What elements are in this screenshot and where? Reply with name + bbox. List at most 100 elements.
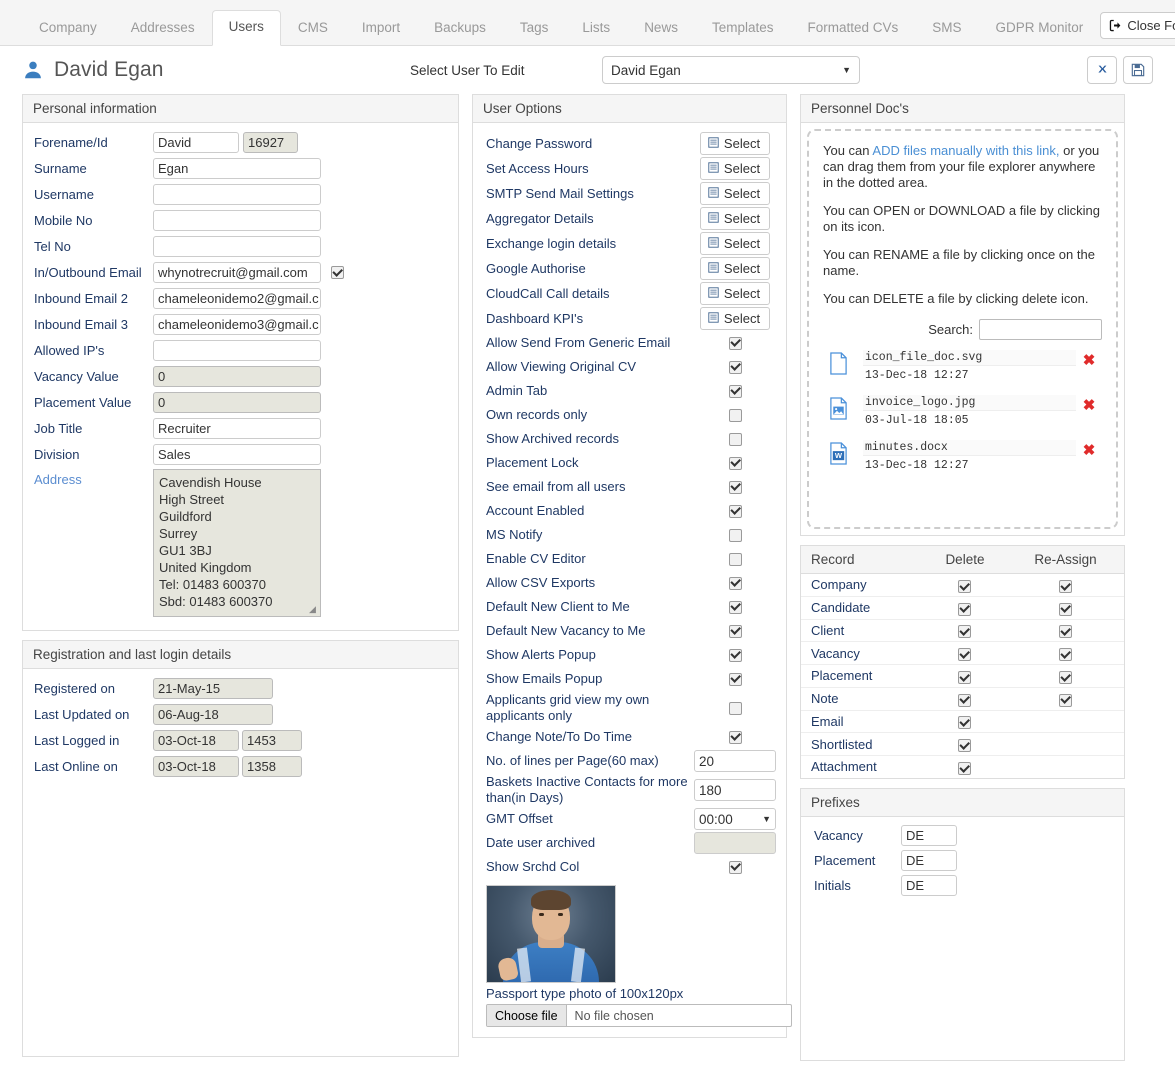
tel-no-input[interactable] (153, 236, 321, 257)
delete-checkbox[interactable] (958, 671, 971, 684)
default-new-client-to-me-checkbox[interactable] (729, 601, 742, 614)
reassign-checkbox[interactable] (1059, 648, 1072, 661)
see-email-from-all-users-checkbox[interactable] (729, 481, 742, 494)
inoutbound-email-input[interactable]: whynotrecruit@gmail.com (153, 262, 321, 283)
prefix-initials-input[interactable]: DE (901, 875, 957, 896)
show-srchd-col-checkbox[interactable] (729, 861, 742, 874)
reassign-checkbox[interactable] (1059, 694, 1072, 707)
address-textarea[interactable]: Cavendish HouseHigh StreetGuildfordSurre… (153, 469, 321, 617)
own-records-only-checkbox[interactable] (729, 409, 742, 422)
tab-news[interactable]: News (627, 11, 695, 46)
reassign-checkbox[interactable] (1059, 580, 1072, 593)
delete-checkbox[interactable] (958, 648, 971, 661)
enable-cv-editor-checkbox[interactable] (729, 553, 742, 566)
file-blank-icon[interactable] (829, 350, 863, 378)
delete-checkbox[interactable] (958, 625, 971, 638)
tab-tags[interactable]: Tags (503, 11, 566, 46)
applicants-grid-view-own-checkbox[interactable] (729, 702, 742, 715)
file-image-icon[interactable] (829, 395, 863, 423)
file-name[interactable]: minutes.docx (863, 440, 1076, 456)
inoutbound-email-checkbox[interactable] (331, 266, 344, 279)
reassign-checkbox[interactable] (1059, 603, 1072, 616)
file-word-icon[interactable]: W (829, 440, 863, 468)
delete-checkbox[interactable] (958, 694, 971, 707)
cancel-button[interactable] (1087, 56, 1117, 84)
tab-sms[interactable]: SMS (915, 11, 978, 46)
tab-gdpr-monitor[interactable]: GDPR Monitor (979, 11, 1101, 46)
delete-checkbox[interactable] (958, 762, 971, 775)
tab-formatted-cvs[interactable]: Formatted CVs (790, 11, 915, 46)
division-input[interactable]: Sales (153, 444, 321, 465)
change-note-todo-time-checkbox[interactable] (729, 731, 742, 744)
inbound-email-3-input[interactable]: chameleonidemo3@gmail.c (153, 314, 321, 335)
select-user-dropdown[interactable]: David Egan ▼ (602, 56, 860, 84)
tab-addresses[interactable]: Addresses (114, 11, 212, 46)
google-authorise-select-button[interactable]: Select (700, 257, 770, 280)
address-label-link[interactable]: Address (31, 469, 153, 487)
reassign-checkbox[interactable] (1059, 625, 1072, 638)
set-access-hours-select-button[interactable]: Select (700, 157, 770, 180)
allowed-ips-label: Allowed IP's (31, 343, 153, 358)
reassign-checkbox[interactable] (1059, 671, 1072, 684)
resize-grip-icon[interactable]: ◢ (309, 605, 319, 615)
table-row: Client (801, 619, 1124, 642)
change-password-select-button[interactable]: Select (700, 132, 770, 155)
option-row-default-new-vacancy-to-me: Default New Vacancy to Me (481, 619, 778, 643)
no-file-chosen-label: No file chosen (567, 1005, 662, 1026)
option-row-dashboard-kpis: Dashboard KPI's Select (481, 306, 778, 331)
svg-text:W: W (835, 451, 843, 460)
add-files-link[interactable]: ADD files manually with this link, (872, 143, 1059, 158)
delete-checkbox[interactable] (958, 580, 971, 593)
cloudcall-call-details-select-button[interactable]: Select (700, 282, 770, 305)
gmt-offset-dropdown[interactable]: 00:00 ▼ (694, 808, 776, 830)
prefix-vacancy-input[interactable]: DE (901, 825, 957, 846)
exchange-login-details-select-button[interactable]: Select (700, 232, 770, 255)
delete-file-icon[interactable]: ✖ (1076, 350, 1102, 369)
username-input[interactable] (153, 184, 321, 205)
default-new-vacancy-to-me-checkbox[interactable] (729, 625, 742, 638)
tab-backups[interactable]: Backups (417, 11, 503, 46)
tab-company[interactable]: Company (22, 11, 114, 46)
show-alerts-popup-checkbox[interactable] (729, 649, 742, 662)
mobile-no-input[interactable] (153, 210, 321, 231)
baskets-inactive-input[interactable]: 180 (694, 779, 776, 801)
delete-checkbox[interactable] (958, 716, 971, 729)
inbound-email-2-input[interactable]: chameleonidemo2@gmail.c (153, 288, 321, 309)
file-dropzone[interactable]: You can ADD files manually with this lin… (807, 129, 1118, 529)
show-archived-records-control (694, 433, 776, 446)
prefix-placement-input[interactable]: DE (901, 850, 957, 871)
docs-search-input[interactable] (979, 319, 1102, 340)
admin-tab-checkbox[interactable] (729, 385, 742, 398)
aggregator-details-select-button[interactable]: Select (700, 207, 770, 230)
file-name[interactable]: icon_file_doc.svg (863, 350, 1076, 366)
account-enabled-checkbox[interactable] (729, 505, 742, 518)
delete-file-icon[interactable]: ✖ (1076, 395, 1102, 414)
tab-templates[interactable]: Templates (695, 11, 791, 46)
allow-viewing-original-cv-checkbox[interactable] (729, 361, 742, 374)
placement-lock-checkbox[interactable] (729, 457, 742, 470)
show-archived-records-checkbox[interactable] (729, 433, 742, 446)
file-name[interactable]: invoice_logo.jpg (863, 395, 1076, 411)
forename-input[interactable]: David (153, 132, 239, 153)
close-form-button[interactable]: Close Form (1100, 12, 1175, 39)
dashboard-kpis-select-button[interactable]: Select (700, 307, 770, 330)
delete-file-icon[interactable]: ✖ (1076, 440, 1102, 459)
choose-file-button[interactable]: Choose file (487, 1005, 567, 1026)
tab-cms[interactable]: CMS (281, 11, 345, 46)
job-title-input[interactable]: Recruiter (153, 418, 321, 439)
tab-users[interactable]: Users (212, 10, 281, 46)
tab-import[interactable]: Import (345, 11, 417, 46)
allow-csv-exports-checkbox[interactable] (729, 577, 742, 590)
delete-checkbox[interactable] (958, 603, 971, 616)
photo-file-input[interactable]: Choose file No file chosen (486, 1004, 792, 1027)
show-emails-popup-checkbox[interactable] (729, 673, 742, 686)
smtp-send-mail-settings-select-button[interactable]: Select (700, 182, 770, 205)
allowed-ips-input[interactable] (153, 340, 321, 361)
lines-per-page-input[interactable]: 20 (694, 750, 776, 772)
tab-lists[interactable]: Lists (565, 11, 627, 46)
save-button[interactable] (1123, 56, 1153, 84)
ms-notify-checkbox[interactable] (729, 529, 742, 542)
surname-input[interactable]: Egan (153, 158, 321, 179)
delete-checkbox[interactable] (958, 739, 971, 752)
allow-send-from-generic-email-checkbox[interactable] (729, 337, 742, 350)
